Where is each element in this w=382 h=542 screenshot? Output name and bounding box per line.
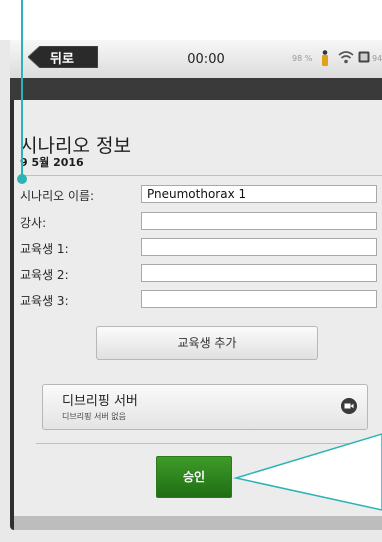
wifi-icon — [338, 51, 354, 64]
divider — [20, 175, 382, 176]
back-button[interactable]: 뒤로 — [28, 46, 98, 68]
monitor-icon — [358, 51, 370, 63]
trainee-2-field[interactable] — [141, 264, 377, 282]
debrief-server-status: 디브리핑 서버 없음 — [62, 412, 126, 421]
callout-dot — [17, 174, 27, 184]
trainee-2-label: 교육생 2: — [20, 268, 69, 282]
debrief-server-title: 디브리핑 서버 — [62, 394, 138, 409]
trainee-3-label: 교육생 3: — [20, 294, 69, 308]
trainee-1-field[interactable] — [141, 238, 377, 256]
callout-line — [21, 0, 23, 180]
instructor-field[interactable] — [141, 212, 377, 230]
clock: 00:00 — [187, 52, 225, 67]
trainee-1-label: 교육생 1: — [20, 242, 69, 256]
add-trainee-button[interactable]: 교육생 추가 — [96, 326, 318, 360]
header-bar — [10, 78, 382, 100]
back-button-label: 뒤로 — [50, 52, 74, 67]
battery-percentage: 98 % — [292, 54, 313, 63]
scenario-name-label: 시나리오 이름: — [20, 189, 95, 203]
instructor-label: 강사: — [20, 216, 47, 230]
scenario-date: 9 5월 2016 — [20, 156, 84, 169]
approve-button[interactable]: 승인 — [156, 456, 232, 498]
callout-pointer — [233, 433, 382, 511]
person-icon — [322, 50, 328, 66]
battery-percentage-2: 94 — [372, 54, 382, 63]
camera-icon — [341, 398, 357, 414]
trainee-3-field[interactable] — [141, 290, 377, 308]
scenario-name-field[interactable]: Pneumothorax 1 — [141, 185, 377, 203]
